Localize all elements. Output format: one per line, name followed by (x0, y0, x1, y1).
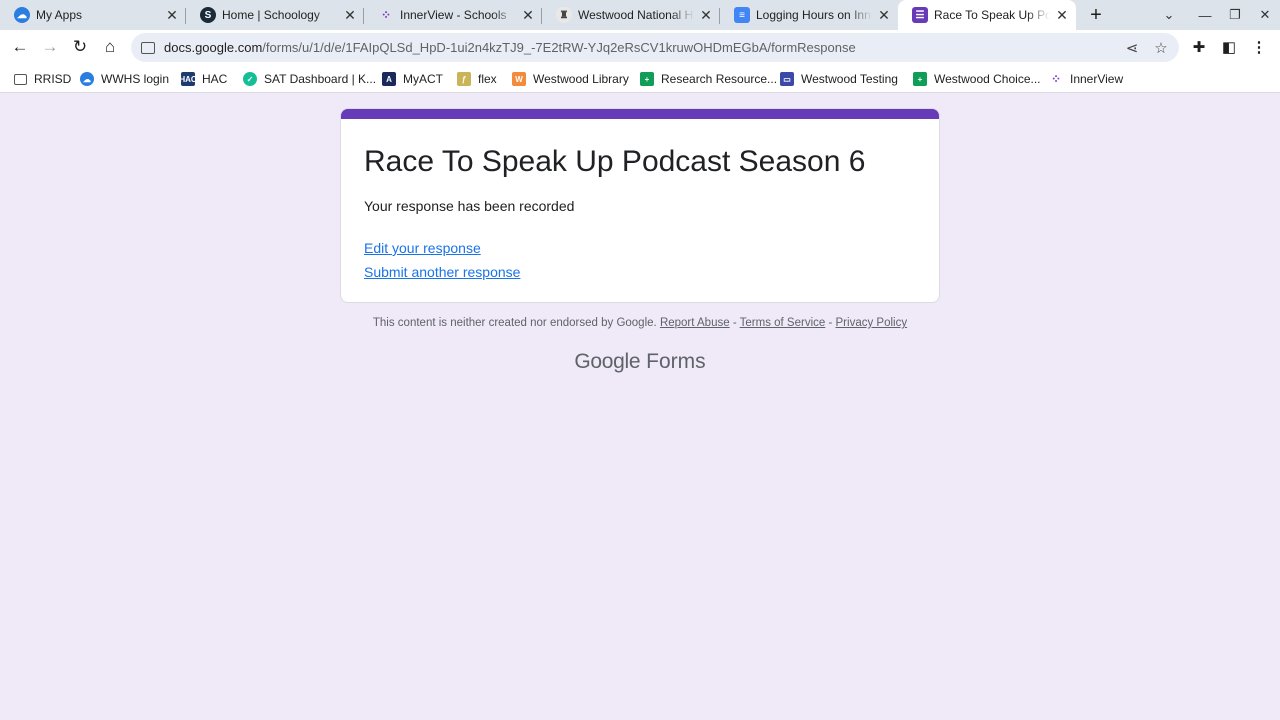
form-response-card: Race To Speak Up Podcast Season 6 Your r… (340, 108, 940, 303)
site-info-icon[interactable] (141, 41, 155, 54)
bookmark-label: WWHS login (101, 72, 170, 86)
url-path: /forms/u/1/d/e/1FAIpQLSd_HpD-1ui2n4kzTJ9… (262, 40, 856, 55)
menu-icon[interactable]: ⋮ (1245, 33, 1273, 61)
close-icon[interactable]: ✕ (164, 7, 180, 23)
khan-icon: ✓ (243, 72, 257, 86)
tab-my-apps[interactable]: ☁ My Apps ✕ (0, 0, 186, 30)
bookmark-innerview[interactable]: ⁘ InnerView (1049, 70, 1123, 88)
sheets-icon: + (640, 72, 654, 86)
innerview-icon: ⁘ (380, 8, 392, 22)
bookmark-flex[interactable]: ƒ flex (457, 70, 497, 88)
bookmark-label: Westwood Choice... (934, 72, 1041, 86)
close-icon[interactable]: ✕ (520, 7, 536, 23)
tab-search-icon[interactable]: ⌄ (1154, 0, 1184, 30)
bookmark-label: SAT Dashboard | K... (264, 72, 377, 86)
forward-button[interactable]: → (36, 33, 64, 61)
bookmark-label: Westwood Library (533, 72, 629, 86)
forms-icon: ☰ (912, 7, 928, 23)
url-host: docs.google.com (164, 40, 263, 55)
bookmark-label: InnerView (1070, 72, 1124, 86)
close-icon[interactable]: ✕ (698, 7, 714, 23)
bookmark-label: Westwood Testing (801, 72, 898, 86)
docs-icon: ≡ (734, 7, 750, 23)
innerview-icon: ⁘ (1050, 72, 1062, 86)
bookmark-westwood-library[interactable]: W Westwood Library (512, 70, 629, 88)
confirmation-message: Your response has been recorded (364, 198, 575, 214)
form-accent-bar (341, 109, 939, 119)
forms-wordmark: Forms (646, 350, 706, 373)
restore-icon[interactable]: ❐ (1220, 0, 1250, 30)
footer-separator: - (729, 317, 740, 329)
tab-title: My Apps (36, 8, 83, 22)
close-icon[interactable]: ✕ (876, 7, 892, 23)
tab-title: Race To Speak Up Podc (934, 8, 1050, 22)
bookmark-star-icon[interactable]: ☆ (1149, 33, 1173, 62)
tab-race-to-speak-up[interactable]: ☰ Race To Speak Up Podc ✕ (898, 0, 1076, 30)
address-bar[interactable]: docs.google.com/forms/u/1/d/e/1FAIpQLSd_… (131, 33, 1179, 62)
bookmark-westwood-testing[interactable]: ▭ Westwood Testing (780, 70, 898, 88)
tab-innerview[interactable]: ⁘ InnerView - Schools ✕ (364, 0, 542, 30)
report-abuse-link[interactable]: Report Abuse (660, 317, 730, 329)
tab-title: Westwood National Ho (578, 8, 694, 22)
bookmark-label: RRISD (34, 72, 72, 86)
sheets-icon: + (913, 72, 927, 86)
new-tab-button[interactable]: + (1084, 3, 1108, 27)
footer-separator: - (825, 317, 836, 329)
flex-icon: ƒ (457, 72, 471, 86)
google-forms-logo[interactable]: Google Forms (340, 350, 940, 374)
library-icon: W (512, 72, 526, 86)
close-icon[interactable]: ✕ (342, 7, 358, 23)
google-wordmark: Google (574, 350, 641, 373)
tab-title: Home | Schoology (222, 8, 320, 22)
share-icon[interactable]: ⋖ (1120, 33, 1144, 62)
cloud-icon: ☁ (14, 7, 30, 23)
tab-title: InnerView - Schools (400, 8, 507, 22)
bookmark-label: Research Resource... (661, 72, 778, 86)
bookmark-label: HAC (202, 72, 228, 86)
footer-disclaimer: This content is neither created nor endo… (340, 317, 940, 329)
shield-icon: ♜ (556, 7, 572, 23)
bookmark-wwhs-login[interactable]: ☁ WWHS login (80, 70, 169, 88)
privacy-policy-link[interactable]: Privacy Policy (836, 317, 908, 329)
close-icon[interactable]: ✕ (1054, 7, 1070, 23)
tab-strip: ☁ My Apps ✕ S Home | Schoology ✕ ⁘ Inner… (0, 0, 1280, 30)
submit-another-response-link[interactable]: Submit another response (364, 264, 520, 280)
schoology-icon: S (200, 7, 216, 23)
home-button[interactable]: ⌂ (96, 33, 124, 61)
hac-icon: HAC (179, 72, 197, 86)
terms-of-service-link[interactable]: Terms of Service (740, 317, 826, 329)
window-close-icon[interactable]: ✕ (1250, 0, 1280, 30)
bookmarks-bar: RRISD ☁ WWHS login HAC HAC ✓ SAT Dashboa… (0, 65, 1280, 93)
back-button[interactable]: ← (6, 33, 34, 61)
act-icon: A (382, 72, 396, 86)
tab-logging-hours[interactable]: ≡ Logging Hours on Inne ✕ (720, 0, 898, 30)
edit-response-link[interactable]: Edit your response (364, 240, 481, 256)
form-title: Race To Speak Up Podcast Season 6 (364, 145, 866, 178)
minimize-icon[interactable]: — (1190, 0, 1220, 30)
bookmark-research-resources[interactable]: + Research Resource... (640, 70, 777, 88)
bookmark-myact[interactable]: A MyACT (382, 70, 443, 88)
sites-icon: ▭ (780, 72, 794, 86)
bookmark-sat-dashboard[interactable]: ✓ SAT Dashboard | K... (243, 70, 376, 88)
cloud-icon: ☁ (80, 72, 94, 86)
folder-icon (14, 73, 27, 85)
tab-title: Logging Hours on Inne (756, 8, 872, 22)
disclaimer-text: This content is neither created nor endo… (372, 317, 657, 329)
browser-toolbar: ← → ↻ ⌂ docs.google.com/forms/u/1/d/e/1F… (0, 30, 1280, 65)
extensions-icon[interactable]: ✚ (1185, 33, 1213, 61)
bookmark-rrisd[interactable]: RRISD (14, 70, 71, 88)
tab-westwood-nhs[interactable]: ♜ Westwood National Ho ✕ (542, 0, 720, 30)
tab-schoology[interactable]: S Home | Schoology ✕ (186, 0, 364, 30)
bookmark-hac[interactable]: HAC HAC (179, 70, 228, 88)
reload-button[interactable]: ↻ (66, 33, 94, 61)
bookmark-label: flex (478, 72, 497, 86)
bookmark-label: MyACT (403, 72, 443, 86)
side-panel-icon[interactable]: ◧ (1215, 33, 1243, 61)
bookmark-westwood-choice[interactable]: + Westwood Choice... (913, 70, 1041, 88)
